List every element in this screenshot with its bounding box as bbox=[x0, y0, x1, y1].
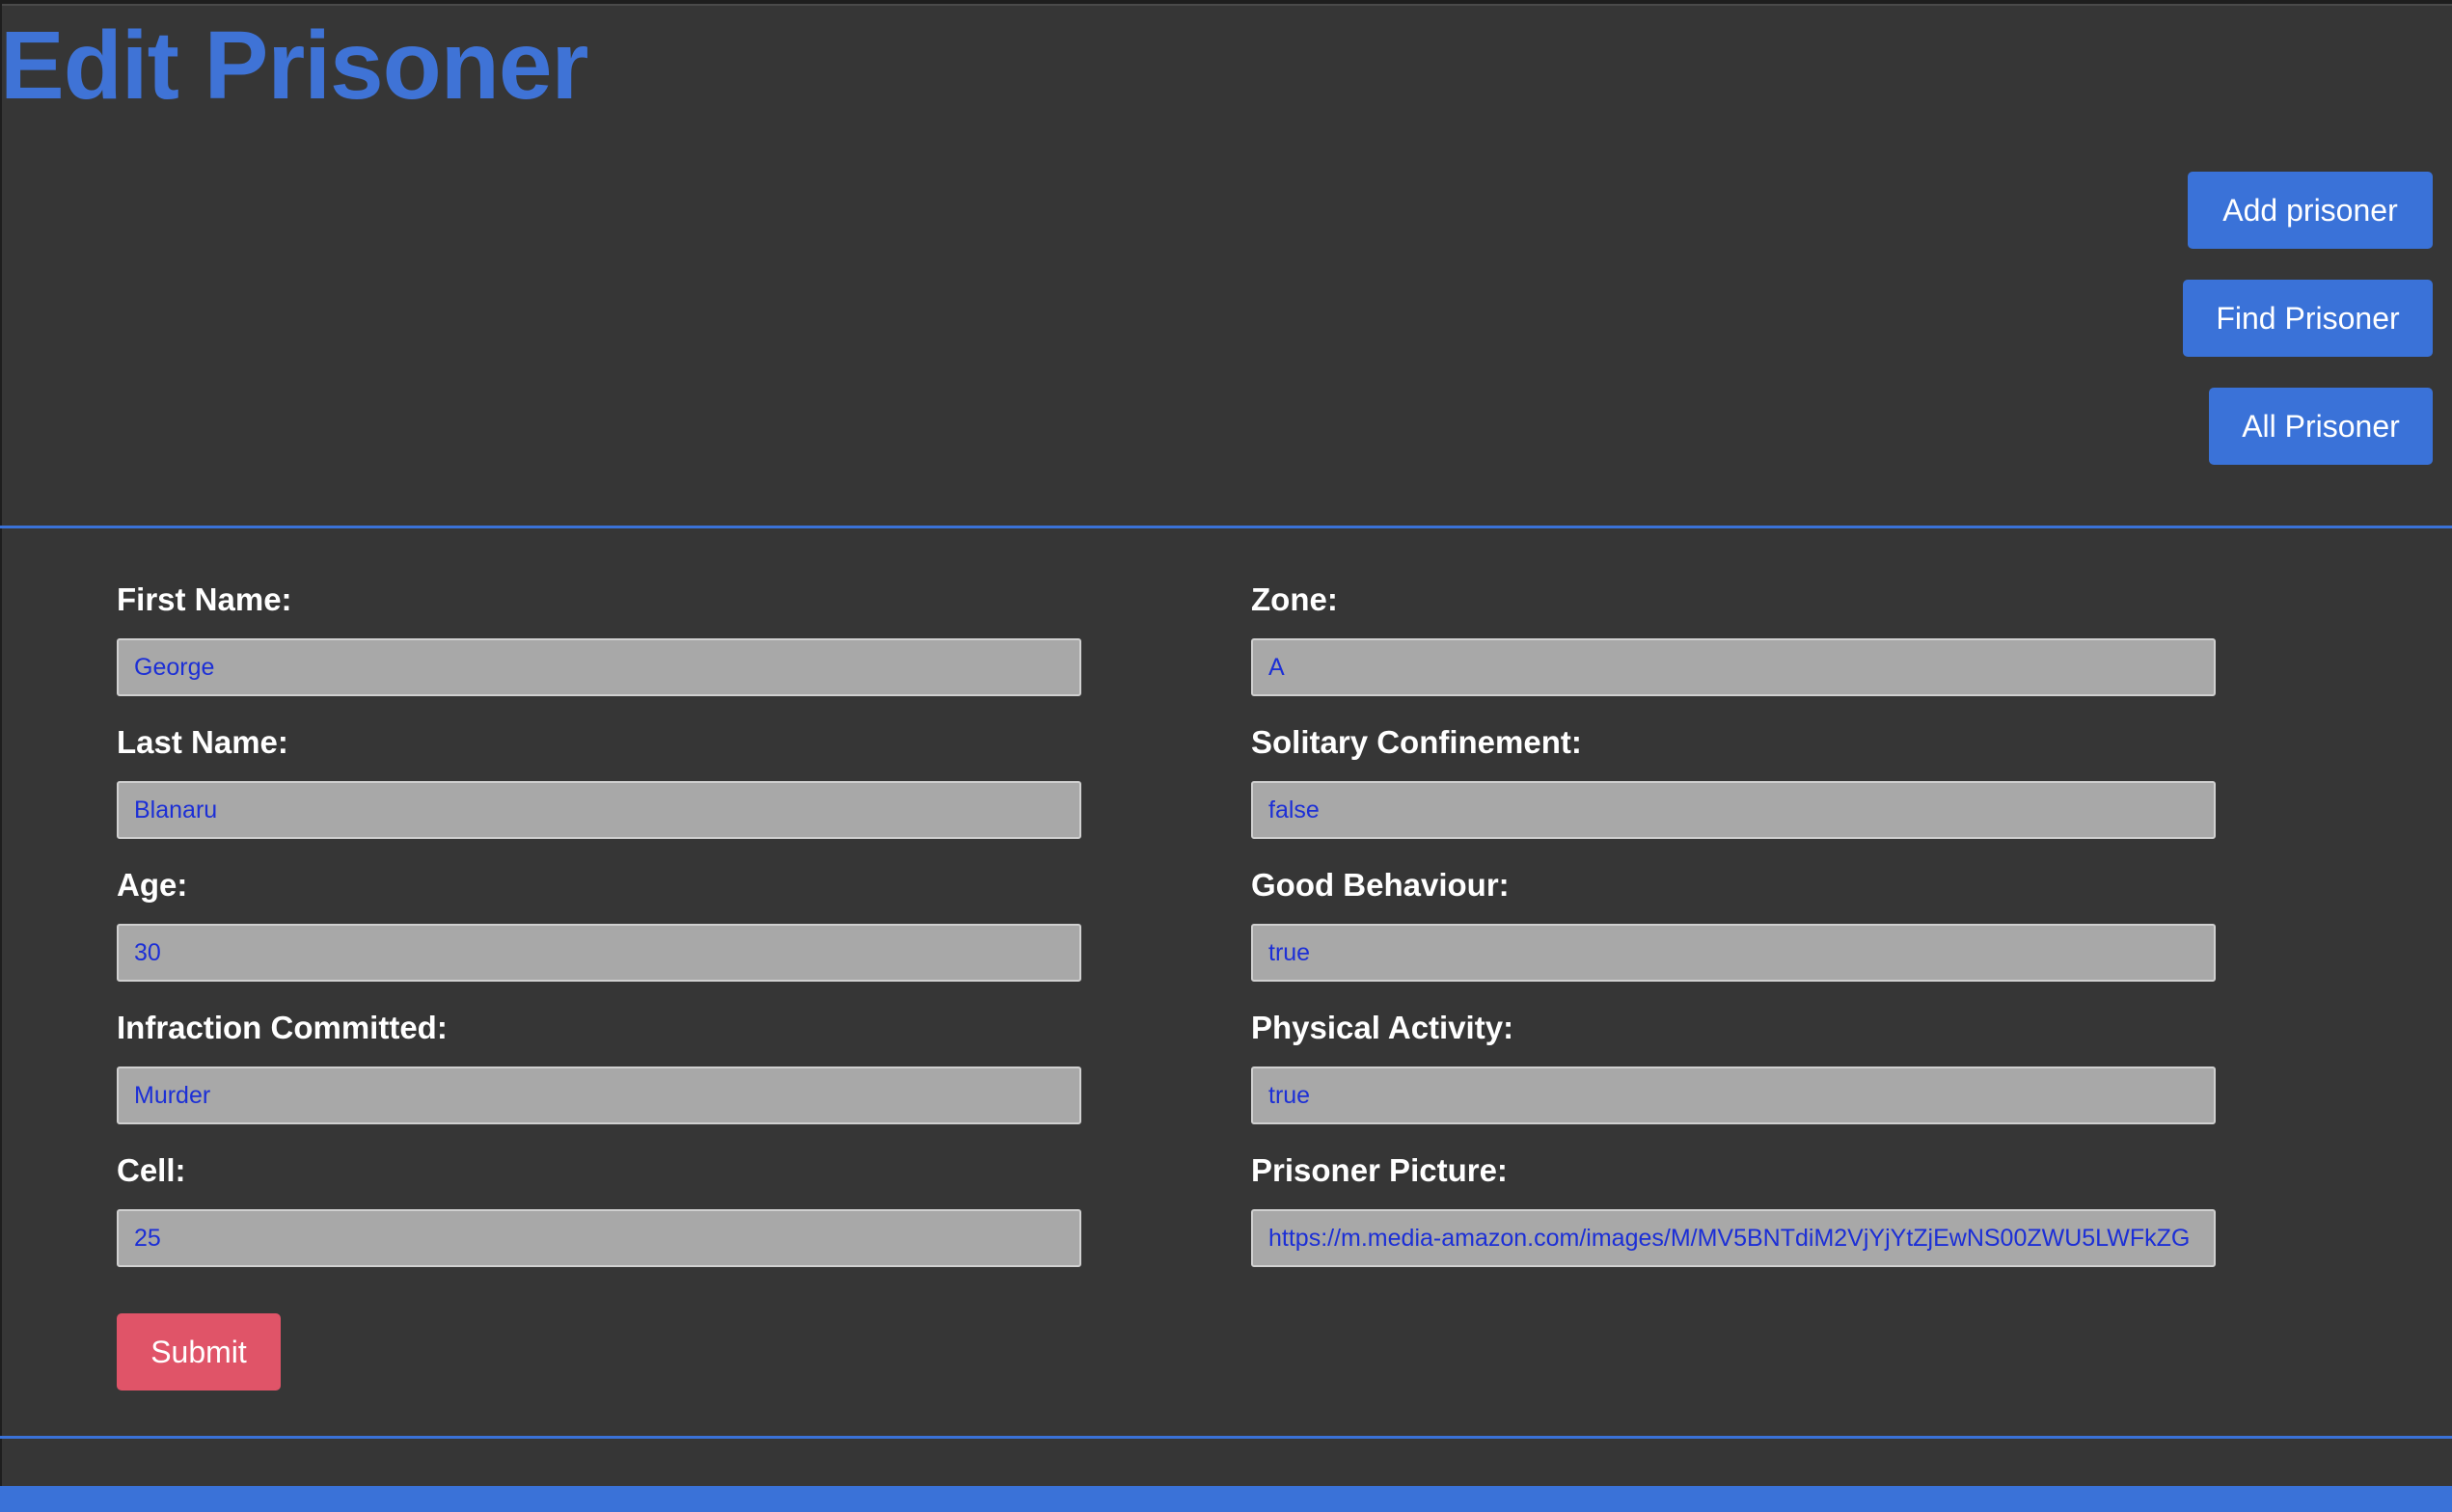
submit-button[interactable]: Submit bbox=[117, 1313, 281, 1390]
first-name-label: First Name: bbox=[117, 581, 292, 617]
solitary-confinement-input[interactable] bbox=[1251, 781, 2216, 839]
header-divider bbox=[0, 526, 2452, 528]
footer-divider bbox=[0, 1436, 2452, 1439]
zone-input[interactable] bbox=[1251, 638, 2216, 696]
good-behaviour-label: Good Behaviour: bbox=[1251, 867, 1510, 903]
prisoner-picture-input[interactable] bbox=[1251, 1209, 2216, 1267]
find-prisoner-button[interactable]: Find Prisoner bbox=[2183, 280, 2433, 357]
cell-label: Cell: bbox=[117, 1152, 186, 1188]
add-prisoner-button[interactable]: Add prisoner bbox=[2188, 172, 2433, 249]
age-label: Age: bbox=[117, 867, 188, 903]
zone-label: Zone: bbox=[1251, 581, 1338, 617]
window-left-edge bbox=[0, 0, 2, 1512]
age-input[interactable] bbox=[117, 924, 1081, 982]
prisoner-picture-label: Prisoner Picture: bbox=[1251, 1152, 1508, 1188]
solitary-confinement-label: Solitary Confinement: bbox=[1251, 724, 1582, 760]
window-top-edge bbox=[0, 0, 2452, 6]
physical-activity-input[interactable] bbox=[1251, 1066, 2216, 1124]
first-name-input[interactable] bbox=[117, 638, 1081, 696]
last-name-input[interactable] bbox=[117, 781, 1081, 839]
infraction-input[interactable] bbox=[117, 1066, 1081, 1124]
footer-bar bbox=[0, 1486, 2452, 1512]
cell-input[interactable] bbox=[117, 1209, 1081, 1267]
good-behaviour-input[interactable] bbox=[1251, 924, 2216, 982]
last-name-label: Last Name: bbox=[117, 724, 288, 760]
all-prisoner-button[interactable]: All Prisoner bbox=[2209, 388, 2433, 465]
infraction-label: Infraction Committed: bbox=[117, 1010, 448, 1045]
physical-activity-label: Physical Activity: bbox=[1251, 1010, 1514, 1045]
page-title: Edit Prisoner bbox=[0, 12, 588, 120]
